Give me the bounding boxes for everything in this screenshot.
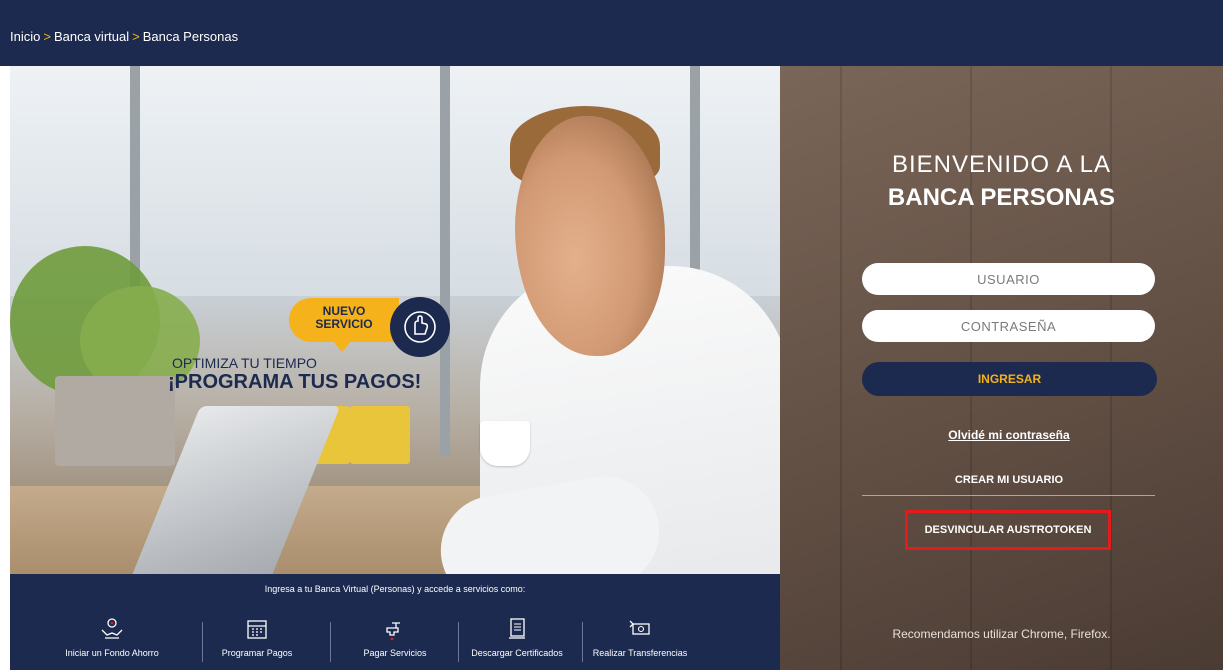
promo-badge-line2: SERVICIO xyxy=(315,317,373,331)
breadcrumb-banca-virtual[interactable]: Banca virtual xyxy=(54,29,129,44)
breadcrumb: Inicio > Banca virtual > Banca Personas xyxy=(10,29,238,44)
service-divider xyxy=(330,622,331,662)
welcome-title: BIENVENIDO A LA xyxy=(891,151,1112,178)
welcome-subtitle: BANCA PERSONAS xyxy=(887,184,1116,211)
promo-title: ¡PROGRAMA TUS PAGOS! xyxy=(168,371,422,393)
service-label: Iniciar un Fondo Ahorro xyxy=(65,648,159,658)
plant-pot xyxy=(55,376,175,466)
breadcrumb-separator: > xyxy=(132,29,140,44)
browser-recommendation: Recomendamos utilizar Chrome, Firefox. xyxy=(892,627,1111,641)
promo-badge: NUEVO SERVICIO xyxy=(299,305,389,331)
divider-line xyxy=(862,495,1155,496)
password-input[interactable] xyxy=(862,310,1155,342)
promo-bubble-tail xyxy=(332,340,352,352)
window-frame xyxy=(440,66,450,456)
yellow-box xyxy=(350,406,410,464)
promo-icon-circle xyxy=(390,297,450,357)
breadcrumb-inicio[interactable]: Inicio xyxy=(10,29,40,44)
document-download-icon xyxy=(509,618,525,639)
create-user-link[interactable]: CREAR MI USUARIO xyxy=(780,474,1223,486)
coffee-cup xyxy=(480,421,530,466)
calendar-icon xyxy=(247,620,267,639)
service-programar-pagos[interactable]: Programar Pagos xyxy=(197,610,317,668)
login-button[interactable]: INGRESAR xyxy=(862,362,1157,396)
service-label: Descargar Certificados xyxy=(471,648,563,658)
services-intro: Ingresa a tu Banca Virtual (Personas) y … xyxy=(264,584,526,594)
service-label: Programar Pagos xyxy=(221,648,293,658)
service-descargar-certificados[interactable]: Descargar Certificados xyxy=(457,610,577,668)
forgot-password-link[interactable]: Olvidé mi contraseña xyxy=(780,428,1223,442)
service-fondo-ahorro[interactable]: Iniciar un Fondo Ahorro xyxy=(52,610,172,668)
service-pagar-servicios[interactable]: Pagar Servicios xyxy=(335,610,455,668)
service-realizar-transferencias[interactable]: Realizar Transferencias xyxy=(580,610,700,668)
breadcrumb-separator: > xyxy=(43,29,51,44)
login-panel: BIENVENIDO A LA BANCA PERSONAS INGRESAR … xyxy=(780,66,1223,670)
username-input[interactable] xyxy=(862,263,1155,295)
water-tap-icon xyxy=(386,622,400,641)
top-nav-bar: Inicio > Banca virtual > Banca Personas xyxy=(0,0,1223,66)
breadcrumb-banca-personas[interactable]: Banca Personas xyxy=(143,29,238,44)
hand-click-icon xyxy=(404,311,436,343)
savings-hands-icon xyxy=(101,618,123,639)
services-bar: Ingresa a tu Banca Virtual (Personas) y … xyxy=(10,574,780,670)
service-label: Pagar Servicios xyxy=(363,648,427,658)
service-label: Realizar Transferencias xyxy=(592,648,688,658)
money-transfer-icon xyxy=(629,620,650,635)
promo-subtitle: OPTIMIZA TU TIEMPO xyxy=(172,355,317,371)
unlink-austrotoken-link[interactable]: DESVINCULAR AUSTROTOKEN xyxy=(905,510,1111,550)
